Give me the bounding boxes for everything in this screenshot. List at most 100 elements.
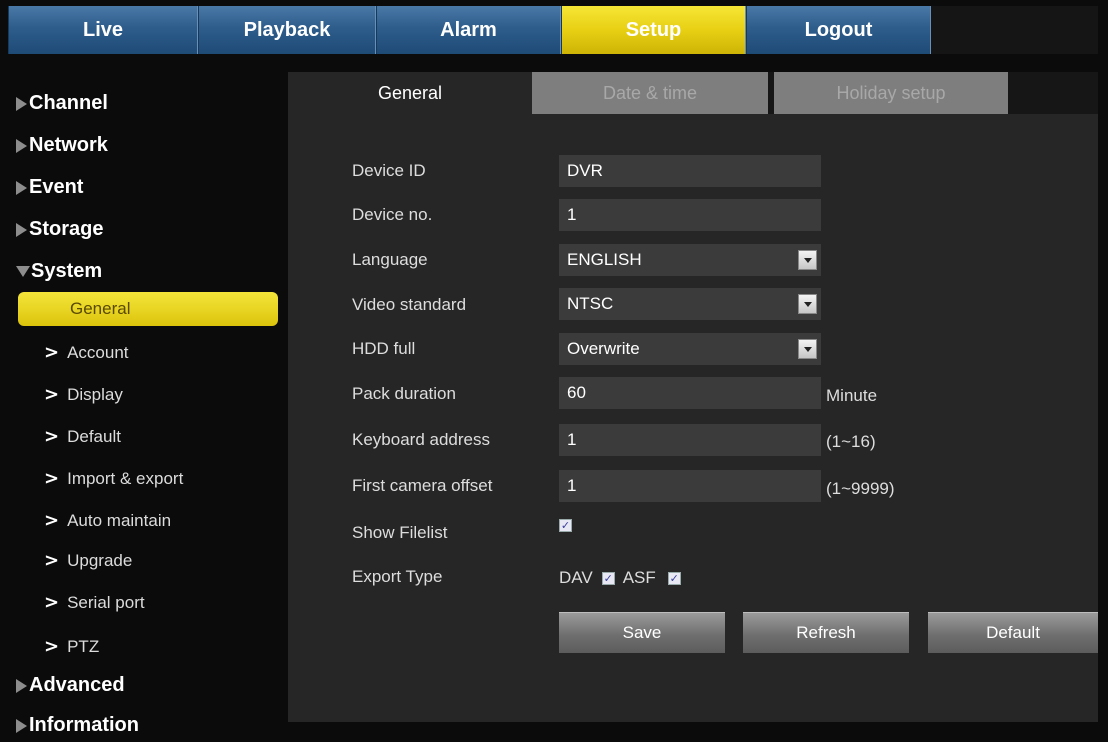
- chevron-right-icon: >: [44, 384, 60, 405]
- sidebar-item-event[interactable]: Event: [16, 176, 83, 199]
- export-asf-label: ASF: [622, 568, 656, 587]
- sidebar-item-label: Storage: [29, 218, 104, 240]
- chevron-right-icon: >: [44, 510, 60, 531]
- nav-tab-logout[interactable]: Logout: [746, 6, 931, 54]
- nav-tab-live[interactable]: Live: [8, 6, 198, 54]
- dropdown-arrow-icon[interactable]: [798, 294, 817, 314]
- checkmark-icon: ✓: [669, 571, 679, 585]
- dropdown-arrow-icon[interactable]: [798, 339, 817, 359]
- show-filelist-checkbox-wrap: ✓: [559, 516, 572, 534]
- sidebar-subitem-serial-port[interactable]: > Serial port: [44, 592, 145, 613]
- sidebar-subitem-label: Serial port: [67, 592, 145, 612]
- triangle-right-icon: [16, 180, 27, 195]
- save-button[interactable]: Save: [559, 612, 725, 653]
- device-id-input[interactable]: DVR: [559, 155, 821, 187]
- show-filelist-checkbox[interactable]: ✓: [559, 519, 572, 532]
- keyboard-address-label: Keyboard address: [352, 430, 490, 449]
- sidebar-item-network[interactable]: Network: [16, 134, 108, 157]
- device-id-label: Device ID: [352, 161, 426, 180]
- sidebar-subitem-upgrade[interactable]: > Upgrade: [44, 550, 132, 571]
- device-no-label: Device no.: [352, 205, 433, 224]
- keyboard-address-range: (1~16): [826, 432, 876, 451]
- nav-tab-setup[interactable]: Setup: [561, 6, 746, 54]
- sidebar-item-information[interactable]: Information: [16, 714, 139, 737]
- settings-panel: General Date & time Holiday setup Device…: [288, 72, 1098, 722]
- sidebar-item-label: Channel: [29, 92, 108, 114]
- sidebar-subitem-label: Upgrade: [67, 550, 133, 570]
- chevron-right-icon: >: [44, 426, 60, 447]
- sidebar-subitem-auto-maintain[interactable]: > Auto maintain: [44, 510, 171, 531]
- sidebar-subitem-display[interactable]: > Display: [44, 384, 123, 405]
- hdd-full-select[interactable]: Overwrite: [559, 333, 821, 365]
- sidebar-subitem-label: Import & export: [67, 468, 184, 488]
- sidebar-item-label: Event: [29, 176, 84, 198]
- sidebar-subitem-label: Auto maintain: [67, 510, 172, 530]
- pack-duration-unit: Minute: [826, 386, 878, 405]
- pack-duration-label: Pack duration: [352, 384, 456, 403]
- chevron-right-icon: >: [44, 636, 60, 657]
- triangle-right-icon: [16, 222, 27, 237]
- tab-strip-filler: [1008, 72, 1098, 114]
- sidebar-subitem-label: Default: [67, 426, 121, 446]
- triangle-down-icon: [16, 266, 30, 277]
- export-type-options: DAV ✓ ASF ✓: [559, 568, 681, 588]
- refresh-button[interactable]: Refresh: [743, 612, 909, 653]
- dropdown-arrow-icon[interactable]: [798, 250, 817, 270]
- sidebar-item-channel[interactable]: Channel: [16, 92, 108, 115]
- nav-spacer: [931, 6, 1098, 54]
- sidebar-subitem-general[interactable]: General: [18, 292, 278, 326]
- checkmark-icon: ✓: [560, 519, 571, 532]
- chevron-right-icon: >: [44, 468, 60, 489]
- first-camera-offset-input[interactable]: 1: [559, 470, 821, 502]
- sidebar: Channel Network Event Storage System Gen…: [0, 78, 288, 742]
- video-standard-select[interactable]: NTSC: [559, 288, 821, 320]
- nav-tab-alarm[interactable]: Alarm: [376, 6, 561, 54]
- triangle-right-icon: [16, 718, 27, 733]
- hdd-full-label: HDD full: [352, 339, 416, 358]
- tab-general[interactable]: General: [288, 72, 532, 114]
- sidebar-subitem-label: Account: [67, 342, 129, 362]
- sidebar-subitem-label: PTZ: [67, 636, 100, 656]
- export-asf-checkbox[interactable]: ✓: [667, 571, 681, 585]
- chevron-right-icon: >: [44, 342, 60, 363]
- chevron-right-icon: >: [44, 592, 60, 613]
- checkmark-icon: ✓: [603, 571, 613, 585]
- first-camera-offset-label: First camera offset: [352, 476, 493, 495]
- export-type-label: Export Type: [352, 567, 443, 586]
- language-select[interactable]: ENGLISH: [559, 244, 821, 276]
- sidebar-subitem-default[interactable]: > Default: [44, 426, 121, 447]
- keyboard-address-input[interactable]: 1: [559, 424, 821, 456]
- sidebar-item-label: Information: [29, 714, 139, 736]
- sidebar-item-system[interactable]: System: [16, 260, 102, 283]
- sidebar-item-label: Network: [29, 134, 108, 156]
- first-camera-offset-range: (1~9999): [826, 479, 895, 498]
- triangle-right-icon: [16, 678, 27, 693]
- nav-tab-playback[interactable]: Playback: [198, 6, 376, 54]
- chevron-right-icon: >: [44, 550, 60, 571]
- sidebar-subitem-account[interactable]: > Account: [44, 342, 129, 363]
- language-label: Language: [352, 250, 428, 269]
- video-standard-value: NTSC: [567, 294, 614, 313]
- triangle-right-icon: [16, 138, 27, 153]
- sidebar-subitem-ptz[interactable]: > PTZ: [44, 636, 99, 657]
- triangle-right-icon: [16, 96, 27, 111]
- language-value: ENGLISH: [567, 250, 642, 269]
- sidebar-item-advanced[interactable]: Advanced: [16, 674, 125, 697]
- sidebar-subitem-import-export[interactable]: > Import & export: [44, 468, 183, 489]
- video-standard-label: Video standard: [352, 295, 467, 314]
- default-button[interactable]: Default: [928, 612, 1098, 653]
- sidebar-item-storage[interactable]: Storage: [16, 218, 103, 241]
- sidebar-subitem-label: Display: [67, 384, 123, 404]
- sidebar-item-label: Advanced: [29, 674, 125, 696]
- sidebar-subitem-label: General: [70, 299, 131, 318]
- sidebar-item-label: System: [31, 260, 103, 282]
- device-no-input[interactable]: 1: [559, 199, 821, 231]
- tab-date-time[interactable]: Date & time: [532, 72, 768, 114]
- top-nav: Live Playback Alarm Setup Logout: [8, 6, 1098, 54]
- export-dav-label: DAV: [559, 568, 593, 587]
- export-dav-checkbox[interactable]: ✓: [601, 571, 615, 585]
- pack-duration-input[interactable]: 60: [559, 377, 821, 409]
- hdd-full-value: Overwrite: [567, 339, 640, 358]
- tab-holiday-setup[interactable]: Holiday setup: [774, 72, 1008, 114]
- show-filelist-label: Show Filelist: [352, 523, 448, 542]
